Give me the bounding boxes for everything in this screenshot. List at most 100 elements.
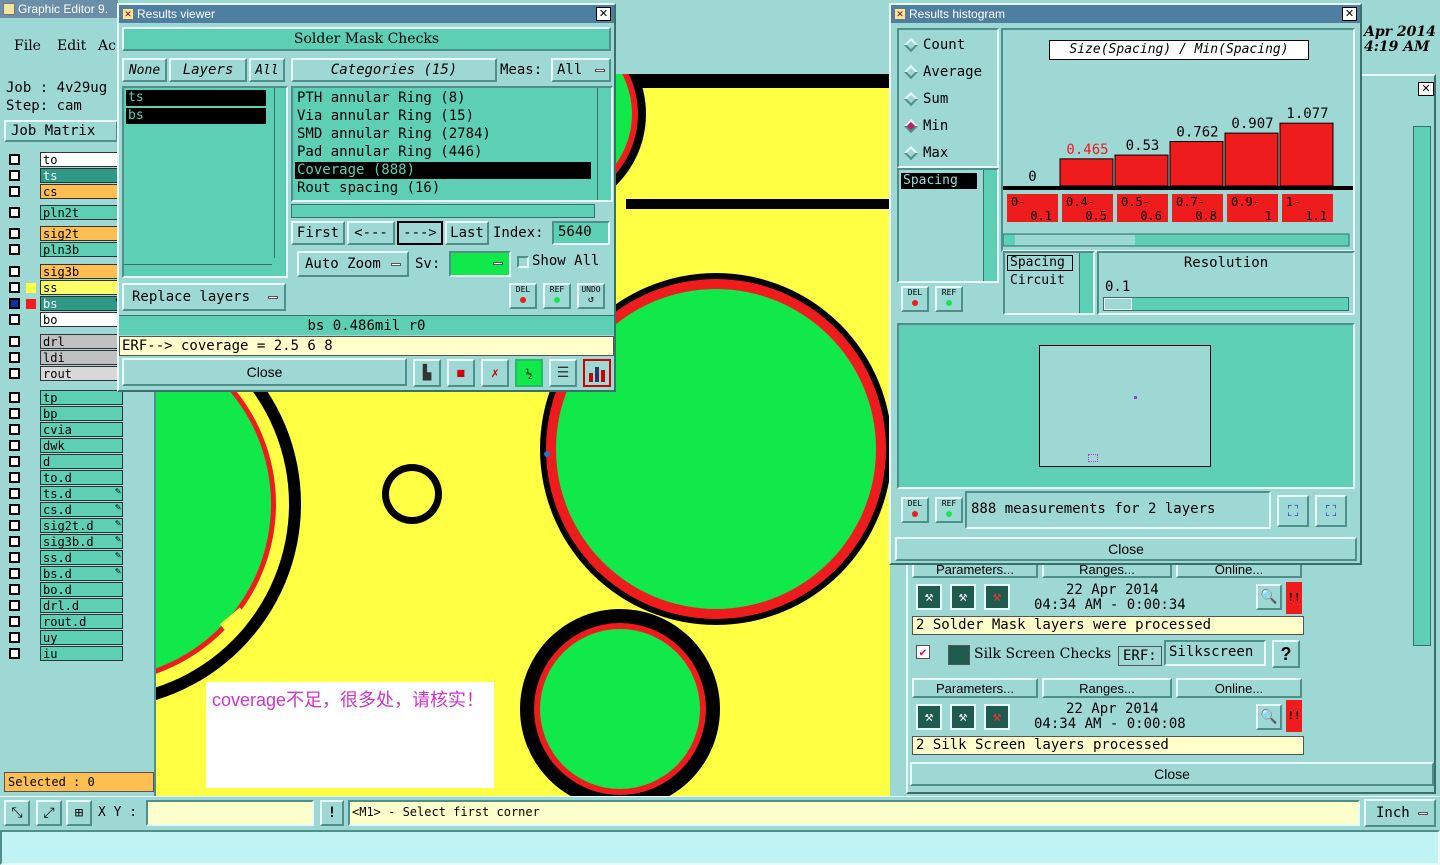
layer-row[interactable]: ss [6,280,123,295]
run-icon-1a[interactable]: ⚒ [916,584,942,610]
category-item[interactable]: Via annular Ring (15) [295,108,591,125]
layer-row[interactable]: bo [6,312,123,327]
layer-checkbox[interactable] [9,472,20,483]
histogram-bar[interactable] [1114,154,1169,187]
hist-del-button[interactable]: DEL [901,286,929,312]
measurement-item-spacing[interactable]: Spacing [901,173,977,189]
layer-row[interactable]: tp [6,390,123,405]
layer-row[interactable]: cs [6,184,123,199]
units-dropdown[interactable]: Inch [1364,799,1436,827]
toolbar-icon-ref-crossed[interactable]: ✗ [481,359,509,387]
layer-checkbox[interactable] [9,552,20,563]
toolbar-icon-histogram[interactable] [583,359,611,387]
layer-list-vscroll[interactable] [274,88,286,258]
toolbar-icon-numbers[interactable]: ½ [515,359,543,387]
layer-row[interactable]: sig3b [6,264,123,279]
layer-row[interactable]: ss.d ✎ [6,550,123,565]
toolbar-icon-record[interactable]: ◼ [447,359,475,387]
layer-result-bs[interactable]: bs [126,108,266,124]
hist-ref-button-2[interactable]: REF [935,497,963,523]
layer-row[interactable]: cs.d ✎ [6,502,123,517]
category-item[interactable]: Rout spacing (16) [295,180,591,197]
category-hscroll[interactable] [291,204,595,218]
zoom-fit-icon[interactable]: ⤡ [4,800,30,826]
parameters-button-2[interactable]: Parameters... [912,678,1038,698]
layer-checkbox[interactable] [9,632,20,643]
zoom-to-area-icon[interactable]: ⛶ [1315,495,1347,527]
histogram-bar[interactable] [1279,122,1334,187]
layer-result-ts[interactable]: ts [126,90,266,106]
layer-checkbox[interactable] [9,536,20,547]
toolbar-icon-notes[interactable]: ☰ [549,359,577,387]
ranges-button-2[interactable]: Ranges... [1042,678,1172,698]
layer-checkbox[interactable] [9,440,20,451]
layer-row[interactable]: drl [6,334,123,349]
layer-checkbox[interactable] [9,568,20,579]
layer-row[interactable]: cvia [6,422,123,437]
warning-icon[interactable]: ! [320,800,344,826]
mode-option[interactable]: Count [903,36,993,56]
none-button[interactable]: None [122,58,167,82]
layer-result-list[interactable]: ts bs [122,86,288,278]
layer-checkbox[interactable] [9,648,20,659]
online-button-2[interactable]: Online... [1176,678,1302,698]
param-item-circuit[interactable]: Circuit [1007,273,1065,288]
measurement-vscroll[interactable] [983,170,997,281]
layer-checkbox[interactable] [9,488,20,499]
layer-row[interactable]: bs.d ✎ [6,566,123,581]
layer-row[interactable]: dwk [6,438,123,453]
zoom-area-icon[interactable]: ⤢ [36,800,62,826]
category-item[interactable]: PTH annular Ring (8) [295,90,591,107]
mode-option[interactable]: Average [903,63,993,83]
zoom-to-results-icon[interactable]: ⛶ [1277,495,1309,527]
hist-del-button-2[interactable]: DEL [901,497,929,523]
layer-row[interactable]: sig3b.d ✎ [6,534,123,549]
slider-thumb[interactable] [1104,298,1132,310]
layer-row[interactable]: ts.d ✎ [6,486,123,501]
layer-row[interactable]: uy [6,630,123,645]
histogram-close-x[interactable]: ✕ [1342,7,1357,21]
hist-ref-button[interactable]: REF [935,286,963,312]
layer-checkbox[interactable] [9,504,20,515]
ref-button[interactable]: REF [543,283,571,309]
undo-button[interactable]: UNDO ↺ [577,283,605,309]
first-button[interactable]: First [291,221,345,245]
layer-checkbox[interactable] [9,368,20,379]
grid-snap-icon[interactable]: ⊞ [66,800,92,826]
layer-row[interactable]: bs✎ [6,296,123,311]
layer-checkbox[interactable] [9,336,20,347]
category-item[interactable]: SMD annular Ring (2784) [295,126,591,143]
layer-row[interactable]: iu [6,646,123,661]
layer-checkbox[interactable] [9,266,20,277]
mode-option[interactable]: Min [903,117,993,137]
all-button[interactable]: All [249,58,285,82]
histogram-bar[interactable] [1059,158,1114,187]
layer-checkbox[interactable] [9,520,20,531]
layer-checkbox[interactable] [9,207,20,218]
layer-row[interactable]: ldi [6,350,123,365]
layer-row[interactable]: to [6,152,123,167]
layer-row[interactable]: rout.d [6,614,123,629]
layer-row[interactable]: ts [6,168,123,183]
run-icon-1c[interactable]: ⚒ [984,584,1010,610]
layer-checkbox[interactable] [9,186,20,197]
erf-field[interactable]: Silkscreen [1164,640,1266,666]
layer-checkbox[interactable] [9,584,20,595]
layer-checkbox[interactable] [9,600,20,611]
layer-checkbox[interactable] [9,408,20,419]
category-item[interactable]: Coverage (888) [295,162,591,179]
run-icon-1b[interactable]: ⚒ [950,584,976,610]
layer-checkbox[interactable] [9,424,20,435]
category-vscroll[interactable] [597,88,611,200]
mode-option[interactable]: Max [903,144,993,164]
results-viewer-close-x[interactable]: ✕ [596,7,611,21]
param-vscroll[interactable] [1079,253,1093,313]
mode-option[interactable]: Sum [903,90,993,110]
category-list[interactable]: PTH annular Ring (8) Via annular Ring (15… [291,86,613,202]
layer-row[interactable]: sig2t [6,226,123,241]
layer-checkbox[interactable] [9,154,20,165]
run-icon-2c[interactable]: ⚒ [984,704,1010,730]
layer-checkbox[interactable] [9,456,20,467]
auto-zoom-dropdown[interactable]: Auto Zoom [297,251,409,277]
menu-actions[interactable]: Ac [98,38,116,54]
